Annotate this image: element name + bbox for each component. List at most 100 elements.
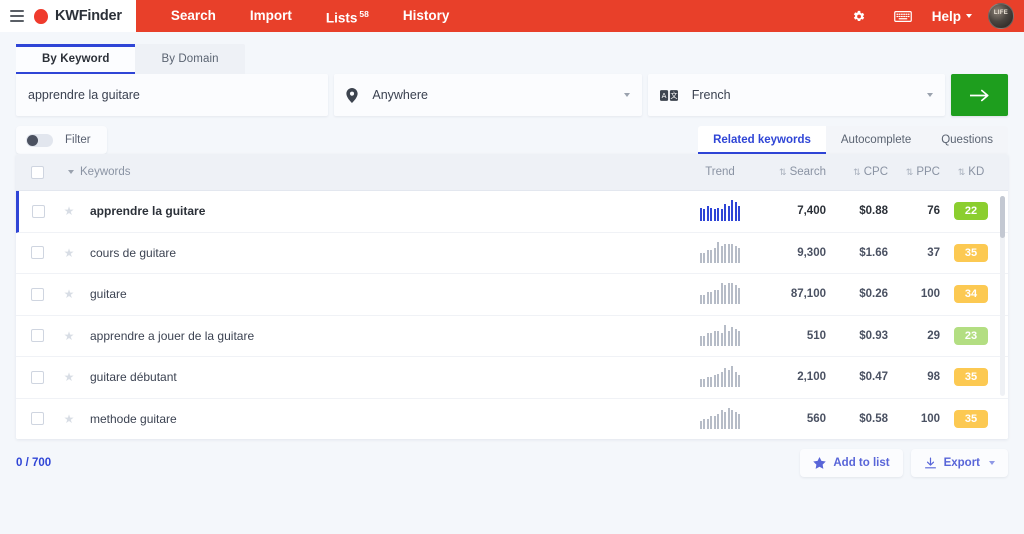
chevron-down-icon <box>989 461 995 465</box>
nav-item-history[interactable]: History <box>386 0 467 32</box>
filter-switch[interactable] <box>26 133 53 147</box>
language-select[interactable]: A 文 French <box>647 74 946 116</box>
column-cpc[interactable]: ⇅ CPC <box>826 166 888 178</box>
column-kd[interactable]: ⇅ KD <box>940 166 1008 178</box>
star-icon[interactable]: ★ <box>64 287 75 301</box>
row-cpc: $0.88 <box>859 205 888 218</box>
star-icon[interactable]: ★ <box>64 246 75 260</box>
trend-sparkline <box>682 324 758 346</box>
row-keyword: methode guitare <box>90 411 177 426</box>
kd-badge: 35 <box>954 409 988 428</box>
row-checkbox[interactable] <box>30 412 44 426</box>
selection-counter: 0 / 700 <box>16 457 52 469</box>
row-kd-cell: 35 <box>940 409 1008 428</box>
column-keywords[interactable]: Keywords <box>58 166 682 178</box>
table-row[interactable]: ★ guitare débutant 2,100 $0.47 98 35 <box>16 357 1008 399</box>
column-ppc[interactable]: ⇅ PPC <box>888 166 940 178</box>
gear-icon[interactable] <box>837 0 880 32</box>
export-label: Export <box>943 457 980 469</box>
kwfinder-dot-icon <box>34 8 48 24</box>
table-row[interactable]: ★ apprendre a jouer de la guitare 510 $0.93… <box>16 315 1008 357</box>
table-scrollbar[interactable] <box>1000 196 1005 396</box>
row-favorite-cell: ★ <box>58 287 80 301</box>
row-kd-cell: 34 <box>940 285 1008 304</box>
hamburger-icon[interactable] <box>10 10 24 22</box>
tab-questions[interactable]: Questions <box>926 126 1008 154</box>
select-all-checkbox[interactable] <box>30 165 44 179</box>
filter-toggle[interactable]: Filter <box>16 126 107 154</box>
row-checkbox[interactable] <box>30 246 44 260</box>
select-all-cell <box>16 165 58 179</box>
column-trend-label: Trend <box>705 166 735 178</box>
search-submit-button[interactable] <box>951 74 1008 116</box>
nav-item-lists[interactable]: Lists 58 <box>309 0 386 34</box>
trend-sparkline <box>682 407 758 429</box>
translate-icon: A 文 <box>659 89 678 101</box>
chevron-down-icon <box>623 93 630 97</box>
row-ppc: 100 <box>920 412 940 425</box>
row-checkbox[interactable] <box>32 204 45 218</box>
row-select-cell <box>16 412 58 426</box>
row-keyword: apprendre a jouer de la guitare <box>90 328 255 343</box>
row-favorite-cell: ★ <box>58 246 80 260</box>
tab-by-domain[interactable]: By Domain <box>135 44 245 74</box>
nav-item-search[interactable]: Search <box>154 0 233 32</box>
row-search-volume: 560 <box>806 412 826 425</box>
result-type-tabs: Related keywords Autocomplete Questions <box>698 126 1008 154</box>
keyword-input[interactable]: apprendre la guitare <box>16 74 329 116</box>
add-to-list-button[interactable]: Add to list <box>800 449 903 477</box>
column-search[interactable]: ⇅ Search <box>758 166 826 178</box>
nav-lists-label: Lists <box>325 10 358 26</box>
location-select[interactable]: Anywhere <box>334 74 642 116</box>
row-checkbox[interactable] <box>30 287 44 301</box>
search-bar: apprendre la guitare Anywhere A 文 French <box>16 74 1008 116</box>
row-checkbox[interactable] <box>30 329 44 343</box>
row-keyword: guitare débutant <box>90 370 177 385</box>
row-kd-cell: 22 <box>940 202 1008 221</box>
footer-bar: 0 / 700 Add to list Export <box>0 439 1024 487</box>
table-row[interactable]: ★ guitare 87,100 $0.26 100 34 <box>16 274 1008 316</box>
language-value: French <box>691 88 731 102</box>
table-row[interactable]: ★ apprendre la guitare 7,400 $0.88 76 22 <box>16 191 1008 233</box>
row-checkbox[interactable] <box>30 370 44 384</box>
keyword-input-value: apprendre la guitare <box>28 88 140 102</box>
star-icon[interactable]: ★ <box>64 329 75 343</box>
top-navigation-bar: KWFinder Search Import Lists 58 History H… <box>0 0 1024 32</box>
sort-caret-icon <box>68 170 74 174</box>
row-ppc: 29 <box>927 329 940 342</box>
row-favorite-cell: ★ <box>58 204 80 218</box>
chevron-down-icon <box>966 14 972 18</box>
tab-by-keyword[interactable]: By Keyword <box>16 44 136 74</box>
row-favorite-cell: ★ <box>58 412 80 426</box>
footer-actions: Add to list Export <box>800 449 1008 477</box>
star-icon[interactable]: ★ <box>64 370 75 384</box>
export-button[interactable]: Export <box>910 449 1008 477</box>
nav-item-import[interactable]: Import <box>233 0 309 32</box>
star-icon[interactable]: ★ <box>64 204 75 218</box>
table-row[interactable]: ★ cours de guitare 9,300 $1.66 37 35 <box>16 232 1008 274</box>
table-header-row: Keywords Trend ⇅ Search ⇅ CPC ⇅ PPC ⇅ KD <box>16 154 1008 191</box>
row-search-volume: 2,100 <box>797 371 826 384</box>
column-trend: Trend <box>682 166 758 178</box>
trend-sparkline <box>682 200 758 222</box>
column-kd-label: KD <box>968 166 985 178</box>
keyboard-icon[interactable] <box>880 0 926 32</box>
row-ppc: 98 <box>927 371 940 384</box>
table-body: ★ apprendre la guitare 7,400 $0.88 76 22 ★ cour… <box>16 191 1008 439</box>
column-cpc-label: CPC <box>863 166 888 178</box>
sort-icon: ⇅ <box>779 167 787 177</box>
filter-label: Filter <box>65 134 91 146</box>
scrollbar-thumb[interactable] <box>1000 196 1005 238</box>
avatar[interactable] <box>988 3 1014 29</box>
row-keyword: guitare <box>90 287 127 302</box>
table-row[interactable]: ★ methode guitare 560 $0.58 100 35 <box>16 398 1008 439</box>
star-icon[interactable]: ★ <box>64 412 75 426</box>
tab-related-keywords[interactable]: Related keywords <box>698 126 826 154</box>
app-logo[interactable]: KWFinder <box>34 8 122 24</box>
sort-icon: ⇅ <box>853 167 861 177</box>
download-icon <box>924 456 936 468</box>
row-favorite-cell: ★ <box>58 329 80 343</box>
row-kd-cell: 23 <box>940 326 1008 345</box>
help-menu[interactable]: Help <box>926 0 982 32</box>
tab-autocomplete[interactable]: Autocomplete <box>825 126 927 154</box>
